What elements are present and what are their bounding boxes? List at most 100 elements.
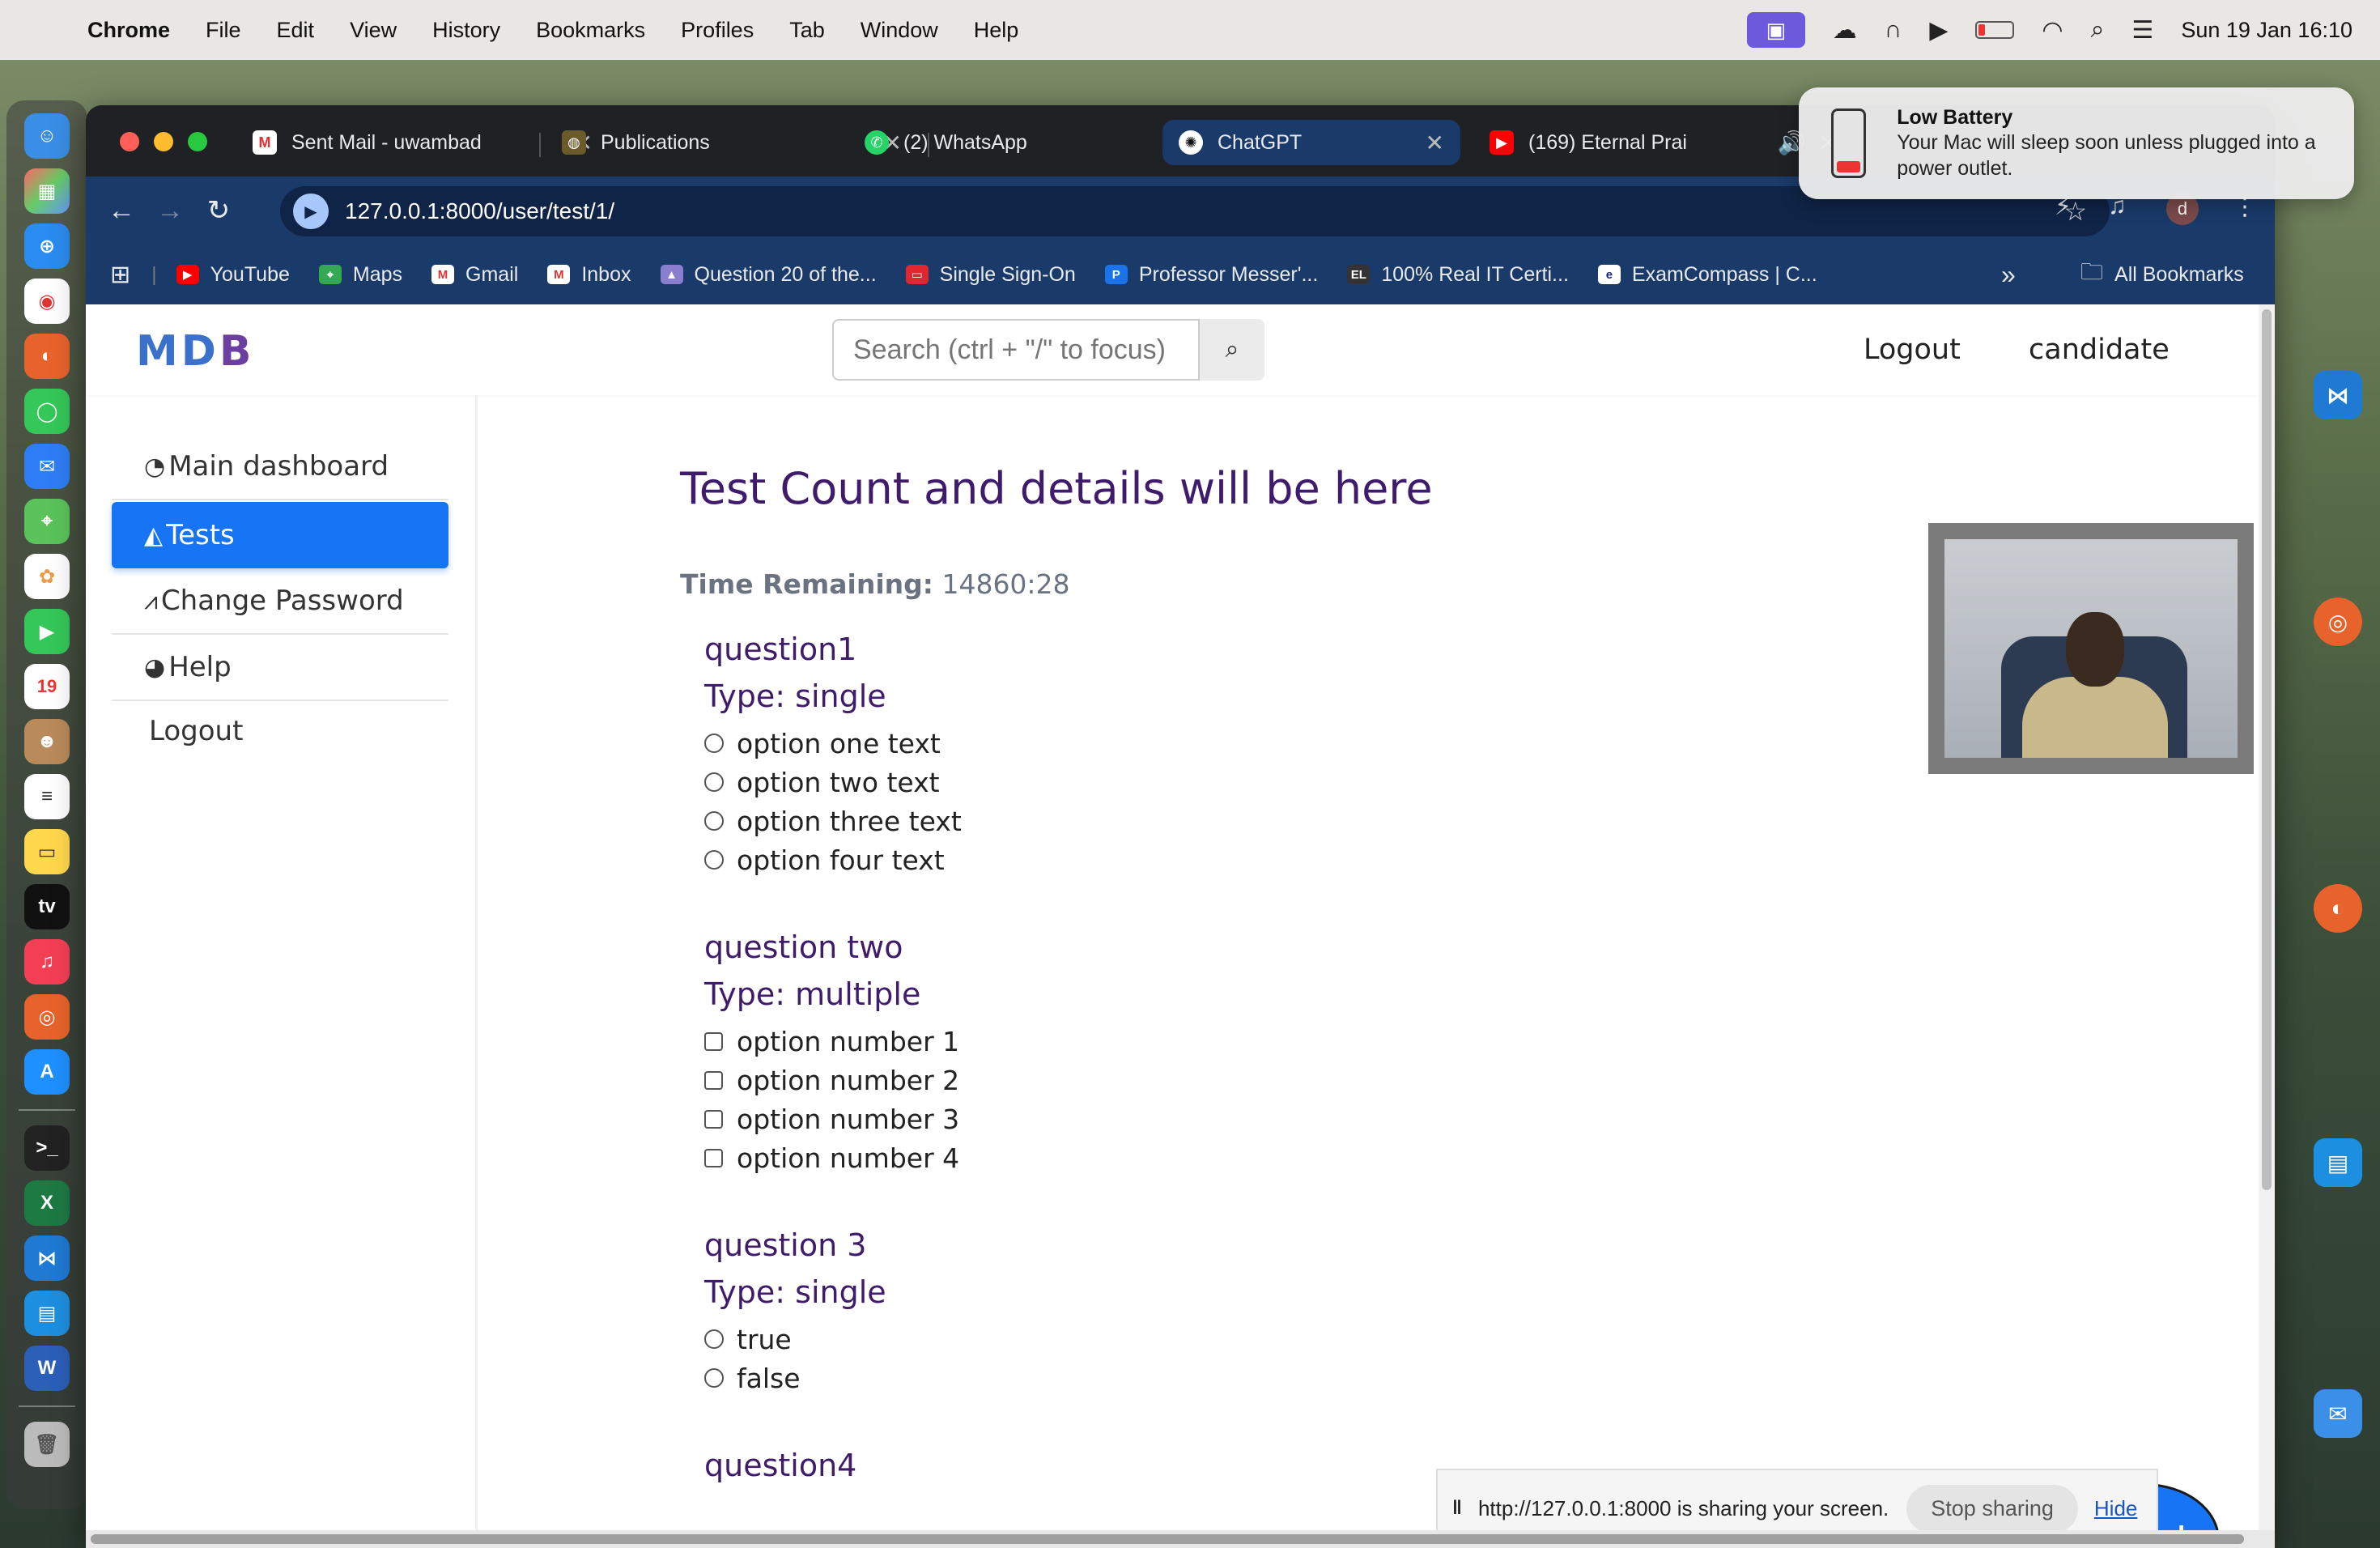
- checkbox[interactable]: [704, 1031, 723, 1051]
- bookmark-single-sign-on[interactable]: ▭ Single Sign-On: [905, 263, 1076, 287]
- sidebar-item-help[interactable]: ◕ Help: [112, 635, 448, 701]
- close-window-button[interactable]: [120, 132, 139, 151]
- all-bookmarks-button[interactable]: 🗀 All Bookmarks: [2080, 255, 2244, 294]
- menu-file[interactable]: File: [206, 18, 241, 43]
- question-option[interactable]: option number 3: [704, 1099, 959, 1138]
- apps-grid-icon[interactable]: ⊞: [110, 261, 130, 289]
- menu-profiles[interactable]: Profiles: [681, 18, 754, 43]
- question-option[interactable]: option one text: [704, 724, 962, 763]
- menu-window[interactable]: Window: [861, 18, 938, 43]
- menu-tab[interactable]: Tab: [789, 18, 825, 43]
- sidebar-item-logout[interactable]: Logout: [112, 698, 448, 764]
- vertical-scrollbar-thumb[interactable]: [2262, 309, 2272, 1190]
- play-icon[interactable]: ▶: [1929, 16, 1948, 45]
- question-option[interactable]: option number 4: [704, 1138, 959, 1177]
- menubar-clock[interactable]: Sun 19 Jan 16:10: [2181, 18, 2352, 43]
- stop-sharing-button[interactable]: Stop sharing: [1906, 1484, 2078, 1533]
- menu-history[interactable]: History: [432, 18, 500, 43]
- forward-icon[interactable]: →: [146, 195, 194, 227]
- menu-help[interactable]: Help: [974, 18, 1019, 43]
- menu-bookmarks[interactable]: Bookmarks: [536, 18, 645, 43]
- trash-icon[interactable]: 🗑: [24, 1422, 70, 1467]
- horizontal-scrollbar-thumb[interactable]: [91, 1534, 2244, 1544]
- close-tab-icon[interactable]: ✕: [1426, 130, 1444, 156]
- firefox-icon[interactable]: ◐: [24, 334, 70, 379]
- reminders-icon[interactable]: ≡: [24, 774, 70, 819]
- finder-icon[interactable]: ☺: [24, 113, 70, 159]
- bookmark-professor-messer[interactable]: P Professor Messer'...: [1104, 263, 1318, 287]
- menu-app-name[interactable]: Chrome: [87, 18, 170, 43]
- radio-button[interactable]: [704, 811, 724, 831]
- mdb-logo[interactable]: MDB: [136, 327, 255, 376]
- menu-edit[interactable]: Edit: [277, 18, 315, 43]
- horizontal-scrollbar[interactable]: [86, 1530, 2275, 1548]
- checkbox[interactable]: [704, 1148, 723, 1167]
- excel-icon[interactable]: X: [24, 1180, 70, 1226]
- navbar-logout-link[interactable]: Logout: [1864, 334, 1961, 366]
- bookmark-question-20[interactable]: ▲ Question 20 of the...: [660, 263, 877, 287]
- notes-icon[interactable]: ▭: [24, 829, 70, 874]
- contacts-icon[interactable]: ☻: [24, 719, 70, 764]
- openvpn-desktop-icon[interactable]: ◎: [2314, 598, 2362, 646]
- bookmark-youtube[interactable]: ▶ YouTube: [176, 263, 290, 287]
- safari-icon[interactable]: ⊕: [24, 223, 70, 269]
- app-store-icon[interactable]: A: [24, 1049, 70, 1095]
- url-text[interactable]: 127.0.0.1:8000/user/test/1/: [345, 198, 614, 224]
- bookmark-gmail[interactable]: M Gmail: [431, 263, 518, 287]
- tab-youtube[interactable]: ▶ (169) Eternal Prai 🔊 ✕: [1473, 120, 1854, 165]
- search-button[interactable]: ⌕: [1200, 319, 1264, 381]
- vscode-desktop-icon[interactable]: ⋈: [2314, 371, 2362, 419]
- radio-button[interactable]: [704, 1329, 724, 1349]
- minimize-window-button[interactable]: [154, 132, 173, 151]
- photos-icon[interactable]: ✿: [24, 554, 70, 599]
- radio-button[interactable]: [704, 1368, 724, 1388]
- navbar-user-link[interactable]: candidate: [2029, 334, 2170, 366]
- bookmark-maps[interactable]: ⌖ Maps: [318, 263, 402, 287]
- back-icon[interactable]: ←: [97, 195, 146, 227]
- tab-chatgpt[interactable]: ✺ ChatGPT ✕: [1162, 120, 1460, 165]
- docker-icon[interactable]: ▤: [24, 1291, 70, 1336]
- launchpad-icon[interactable]: ▦: [24, 168, 70, 214]
- sidebar-item-main-dashboard[interactable]: ◔ Main dashboard: [112, 434, 448, 500]
- facetime-icon[interactable]: ▶: [24, 609, 70, 654]
- word-icon[interactable]: W: [24, 1346, 70, 1391]
- bookmark-real-it-cert[interactable]: EL 100% Real IT Certi...: [1347, 263, 1569, 287]
- zoom-window-button[interactable]: [188, 132, 207, 151]
- spotlight-search-icon[interactable]: ⌕: [2091, 16, 2105, 44]
- radio-button[interactable]: [704, 850, 724, 870]
- more-bookmarks-icon[interactable]: »: [2001, 260, 2016, 290]
- question-option[interactable]: option number 1: [704, 1022, 959, 1061]
- bookmark-inbox[interactable]: M Inbox: [547, 263, 631, 287]
- maps-icon[interactable]: ⌖: [24, 499, 70, 544]
- mail-icon[interactable]: ✉: [24, 444, 70, 489]
- screen-recording-icon[interactable]: ▣: [1746, 12, 1805, 48]
- site-info-icon[interactable]: ▶: [293, 194, 329, 229]
- terminal-icon[interactable]: >_: [24, 1125, 70, 1171]
- calendar-icon[interactable]: 19: [24, 664, 70, 709]
- docker-desktop-icon[interactable]: ▤: [2314, 1138, 2362, 1187]
- reload-icon[interactable]: ↻: [194, 194, 243, 227]
- checkbox[interactable]: [704, 1070, 723, 1090]
- hide-share-bar-link[interactable]: Hide: [2094, 1496, 2137, 1521]
- apple-tv-icon[interactable]: tv: [24, 884, 70, 929]
- vscode-icon[interactable]: ⋈: [24, 1235, 70, 1281]
- question-option[interactable]: option two text: [704, 763, 962, 802]
- question-option[interactable]: option number 2: [704, 1061, 959, 1099]
- openvpn-icon[interactable]: ◎: [24, 994, 70, 1040]
- chrome-icon[interactable]: ◉: [24, 279, 70, 324]
- sidebar-item-change-password[interactable]: ⩘ Change Password: [112, 568, 448, 635]
- question-option[interactable]: false: [704, 1359, 886, 1397]
- menu-view[interactable]: View: [350, 18, 397, 43]
- question-option[interactable]: true: [704, 1320, 886, 1359]
- headphones-icon[interactable]: ∩: [1885, 16, 1902, 44]
- low-battery-notification[interactable]: Low Battery Your Mac will sleep soon unl…: [1799, 87, 2354, 199]
- firefox-desktop-icon[interactable]: ◐: [2314, 884, 2362, 933]
- search-input[interactable]: [832, 319, 1200, 381]
- control-center-icon[interactable]: ☰: [2131, 16, 2153, 45]
- weather-icon[interactable]: ☁: [1833, 16, 1857, 45]
- vertical-scrollbar[interactable]: [2259, 304, 2275, 1548]
- sidebar-item-tests[interactable]: ◭ Tests: [112, 502, 448, 568]
- battery-icon[interactable]: [1975, 21, 2015, 39]
- wifi-icon[interactable]: ◠: [2042, 16, 2063, 45]
- radio-button[interactable]: [704, 772, 724, 792]
